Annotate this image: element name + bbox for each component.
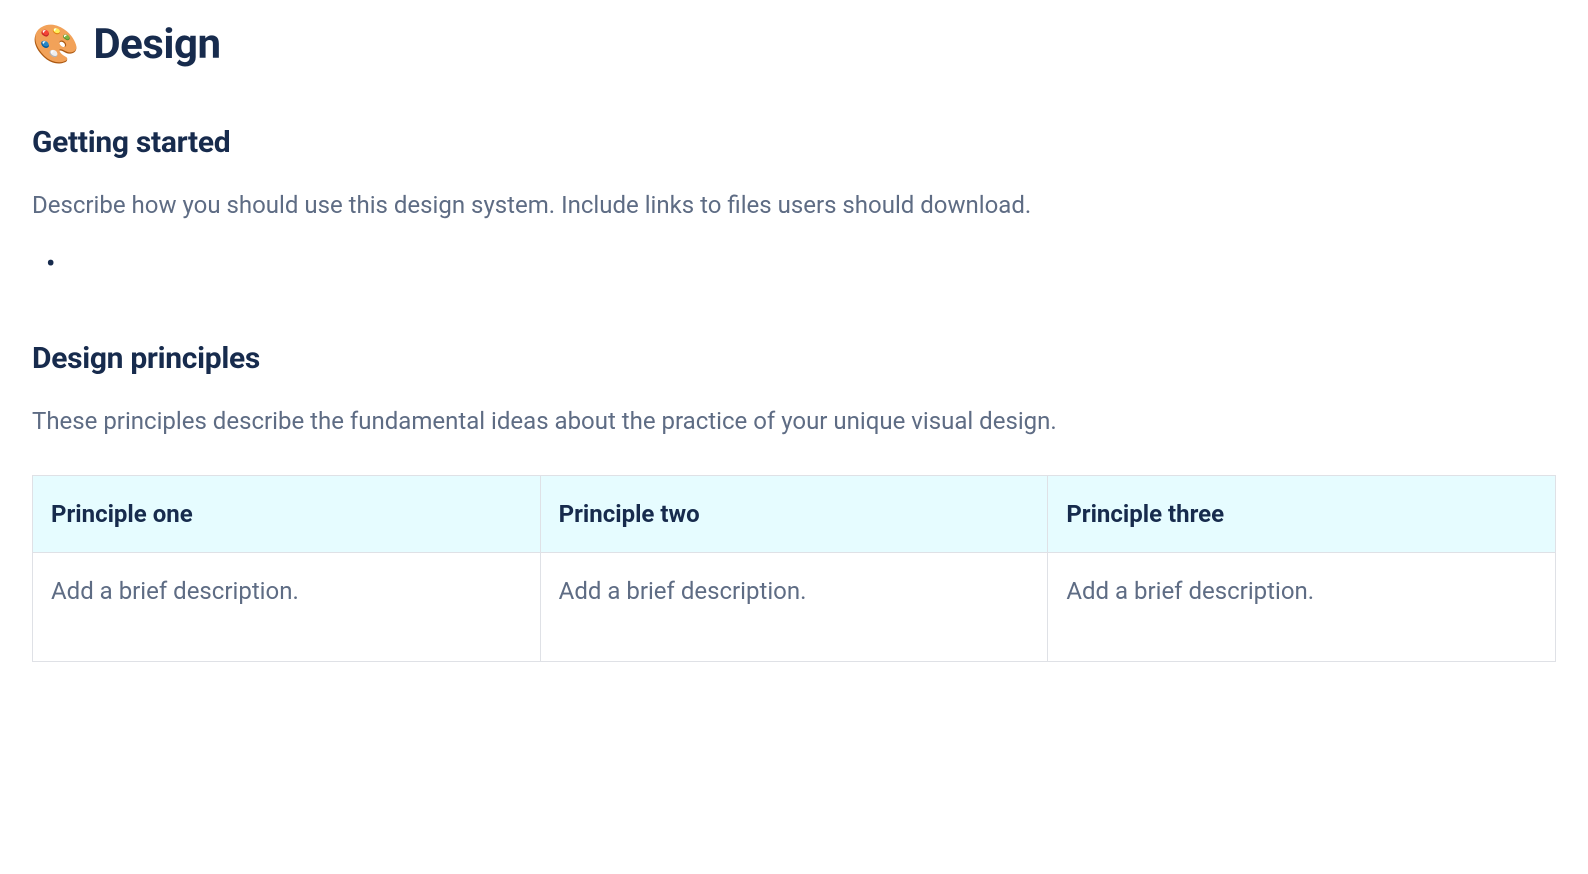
table-cell[interactable]: Add a brief description. — [540, 552, 1048, 661]
section-getting-started: Getting started Describe how you should … — [32, 125, 1556, 281]
table-header-cell[interactable]: Principle three — [1048, 475, 1556, 552]
design-principles-heading[interactable]: Design principles — [32, 341, 1556, 376]
section-design-principles: Design principles These principles descr… — [32, 341, 1556, 662]
table-header-cell[interactable]: Principle one — [33, 475, 541, 552]
getting-started-description[interactable]: Describe how you should use this design … — [32, 188, 1556, 223]
table-cell[interactable]: Add a brief description. — [1048, 552, 1556, 661]
palette-icon: 🎨 — [32, 26, 79, 64]
design-principles-description[interactable]: These principles describe the fundamenta… — [32, 404, 1556, 439]
list-item[interactable] — [52, 253, 1556, 281]
table-cell[interactable]: Add a brief description. — [33, 552, 541, 661]
page-title-row: 🎨 Design — [32, 20, 1556, 69]
table-header-row: Principle one Principle two Principle th… — [33, 475, 1556, 552]
table-row: Add a brief description. Add a brief des… — [33, 552, 1556, 661]
table-header-cell[interactable]: Principle two — [540, 475, 1048, 552]
getting-started-heading[interactable]: Getting started — [32, 125, 1556, 160]
page-title[interactable]: Design — [93, 20, 220, 69]
principles-table: Principle one Principle two Principle th… — [32, 475, 1556, 662]
getting-started-bullet-list — [32, 253, 1556, 281]
